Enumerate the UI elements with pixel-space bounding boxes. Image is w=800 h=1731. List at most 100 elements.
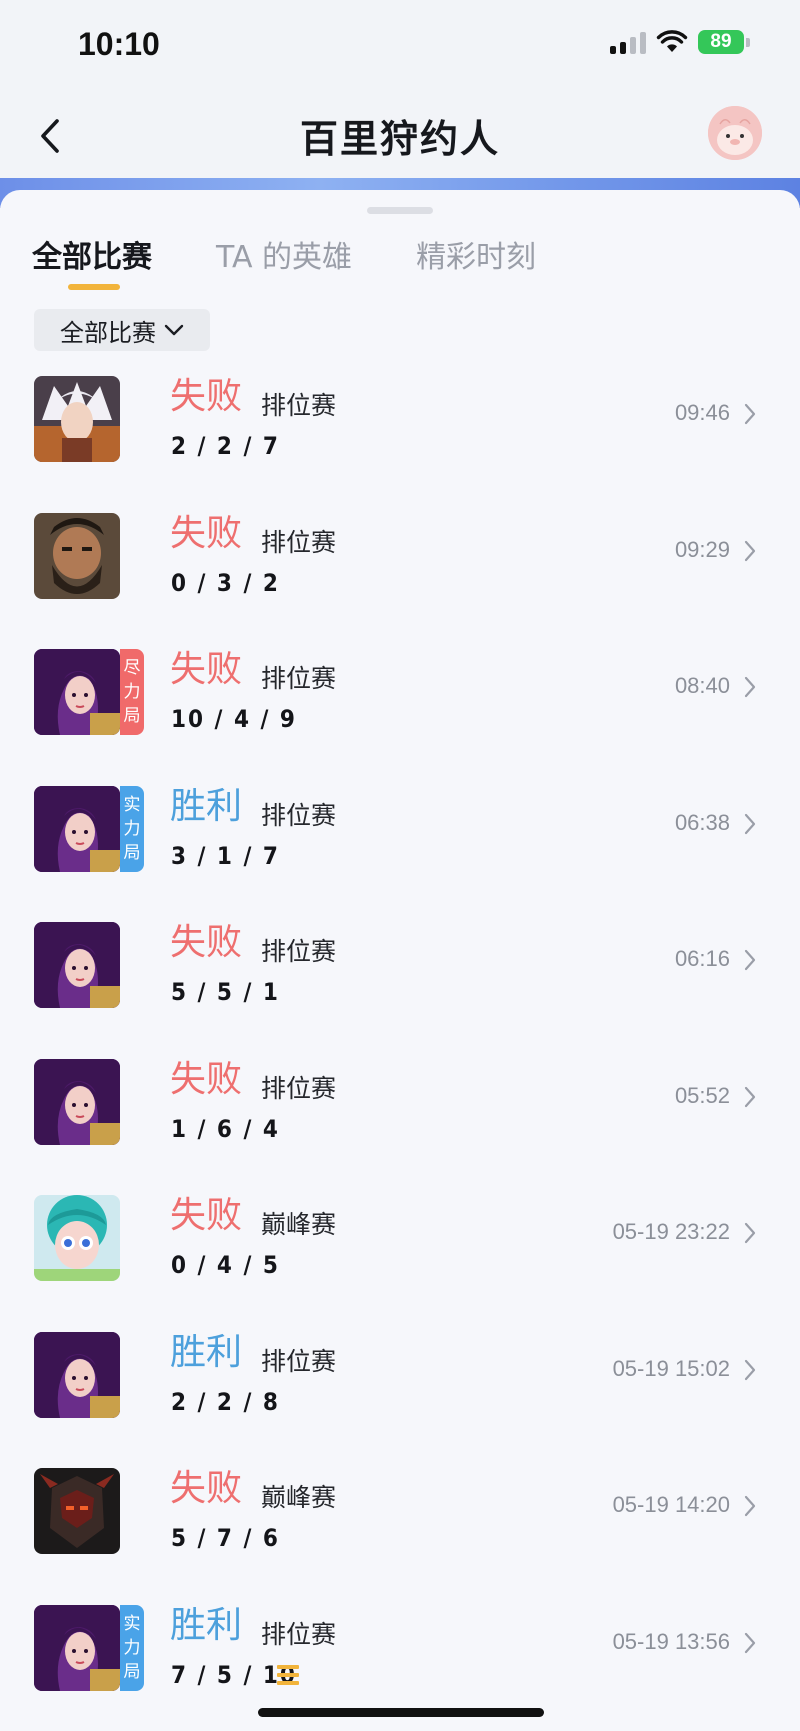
match-time: 05-19 15:02 (612, 1355, 730, 1381)
status-icons: 89 (610, 30, 750, 54)
match-kda: 2 / 2 / 7 (171, 432, 280, 460)
battery-level: 89 (698, 30, 744, 54)
tier-tag-char: 力 (123, 818, 141, 839)
tier-tag-char: 局 (123, 842, 141, 863)
match-kda: 0 / 4 / 5 (171, 1251, 280, 1279)
match-tier-tag: 实力局 (120, 1604, 144, 1691)
match-mode: 排位赛 (261, 1619, 337, 1649)
match-row[interactable]: 失败 排位赛 1 / 6 / 4 05:52 (0, 1057, 800, 1194)
match-mode: 排位赛 (261, 937, 337, 966)
match-time: 05-19 13:56 (612, 1628, 730, 1654)
cellular-signal-icon (610, 30, 646, 54)
match-tier-tag: 尽力局 (120, 649, 144, 735)
chevron-right-icon (744, 1495, 756, 1517)
tab-bar: 全部比赛 TA 的英雄 精彩时刻 (32, 238, 600, 294)
match-mode: 排位赛 (261, 1073, 337, 1103)
match-mode: 巅峰赛 (261, 1483, 337, 1512)
hero-avatar (34, 785, 120, 872)
status-bar: 10:10 89 (0, 0, 800, 90)
hero-avatar (34, 1058, 120, 1145)
match-time: 08:40 (674, 673, 730, 698)
hero-avatar (34, 649, 120, 735)
chevron-down-icon (164, 324, 184, 336)
tier-tag-char: 局 (123, 706, 141, 726)
chevron-right-icon (744, 540, 756, 561)
match-row[interactable]: 失败 排位赛 0 / 3 / 2 09:29 (0, 511, 800, 648)
hero-bearded-warrior-icon (34, 512, 120, 599)
match-history-sheet: 全部比赛 TA 的英雄 精彩时刻 全部比赛 失败 排位赛 2 / 2 / 7 09:4… (0, 190, 800, 1731)
hero-purple-hair-icon (34, 1058, 120, 1145)
match-time: 05-19 14:20 (612, 1492, 730, 1517)
hero-avatar (34, 1195, 120, 1281)
match-kda: 5 / 5 / 1 (171, 978, 280, 1006)
battery-icon: 89 (698, 30, 750, 54)
tab-highlights[interactable]: 精彩时刻 (416, 238, 536, 294)
match-mode: 巅峰赛 (261, 1210, 337, 1239)
match-row[interactable]: 失败 排位赛 2 / 2 / 7 09:46 (0, 374, 800, 511)
tier-tag-char: 实 (123, 794, 141, 815)
hero-avatar (34, 1331, 120, 1418)
user-avatar[interactable] (708, 106, 762, 160)
match-row[interactable]: 胜利 排位赛 2 / 2 / 8 05-19 15:02 (0, 1330, 800, 1467)
match-mode: 排位赛 (261, 527, 337, 557)
chevron-right-icon (744, 1086, 756, 1107)
match-kda: 0 / 3 / 2 (171, 568, 280, 597)
tier-tag-char: 力 (123, 682, 141, 702)
match-result: 失败 (170, 1058, 243, 1100)
match-time: 06:16 (674, 946, 730, 971)
chevron-right-icon (744, 676, 756, 698)
match-result: 胜利 (170, 1331, 243, 1373)
match-tier-tag: 实力局 (120, 785, 144, 872)
match-time: 05:52 (674, 1082, 730, 1108)
hero-avatar (34, 1604, 120, 1691)
hero-avatar (34, 1468, 120, 1554)
match-kda: 1 / 6 / 4 (171, 1114, 280, 1143)
match-kda: 2 / 2 / 8 (171, 1387, 280, 1416)
match-row[interactable]: 失败 排位赛 5 / 5 / 1 06:16 (0, 920, 800, 1057)
match-mode: 排位赛 (261, 391, 337, 420)
hero-avatar (34, 922, 120, 1008)
chevron-right-icon (744, 1632, 756, 1653)
tab-heroes[interactable]: TA 的英雄 (216, 238, 352, 294)
match-result: 胜利 (170, 1604, 243, 1646)
match-list: 失败 排位赛 2 / 2 / 7 09:46 失败 排位赛 0 / 3 / 2 09:29 尽力… (0, 374, 800, 1731)
active-tab-indicator (68, 284, 120, 290)
nav-bar: 百里狩约人 (0, 90, 800, 182)
match-mode: 排位赛 (261, 1346, 337, 1376)
match-result: 胜利 (170, 785, 243, 827)
chevron-right-icon (744, 813, 756, 834)
pig-avatar-icon (708, 106, 762, 160)
hero-purple-hair-icon (34, 1604, 120, 1691)
match-kda: 5 / 7 / 6 (171, 1524, 280, 1552)
match-kda: 3 / 1 / 7 (171, 841, 280, 870)
filter-label: 全部比赛 (60, 318, 156, 347)
match-mode: 排位赛 (261, 800, 337, 830)
match-mode: 排位赛 (261, 664, 337, 693)
tier-tag-char: 实 (123, 1613, 141, 1634)
match-row[interactable]: 失败 巅峰赛 5 / 7 / 6 05-19 14:20 (0, 1466, 800, 1603)
match-filter-dropdown[interactable]: 全部比赛 (34, 309, 210, 351)
hero-teal-hair-icon (34, 1195, 120, 1281)
match-row[interactable]: 失败 巅峰赛 0 / 4 / 5 05-19 23:22 (0, 1193, 800, 1330)
match-result: 失败 (170, 376, 243, 417)
match-time: 09:46 (674, 400, 730, 425)
tier-tag-char: 力 (123, 1637, 141, 1658)
chevron-right-icon (744, 1359, 756, 1380)
drag-handle[interactable] (367, 207, 433, 214)
match-time: 09:29 (674, 536, 730, 562)
match-kda: 10 / 4 / 9 (171, 705, 297, 733)
chevron-right-icon (744, 403, 756, 425)
hero-avatar (34, 512, 120, 599)
match-result: 失败 (170, 1195, 243, 1236)
status-time: 10:10 (78, 26, 160, 62)
hero-dark-armor-icon (34, 1468, 120, 1554)
match-row[interactable]: 尽力局 失败 排位赛 10 / 4 / 9 08:40 (0, 647, 800, 784)
match-result: 失败 (170, 512, 243, 554)
match-row[interactable]: 实力局 胜利 排位赛 3 / 1 / 7 06:38 (0, 784, 800, 921)
match-result: 失败 (170, 649, 243, 690)
match-time: 06:38 (674, 809, 730, 835)
match-result: 失败 (170, 1468, 243, 1509)
hero-purple-hair-icon (34, 922, 120, 1008)
match-result: 失败 (170, 922, 243, 963)
hero-purple-hair-icon (34, 649, 120, 735)
